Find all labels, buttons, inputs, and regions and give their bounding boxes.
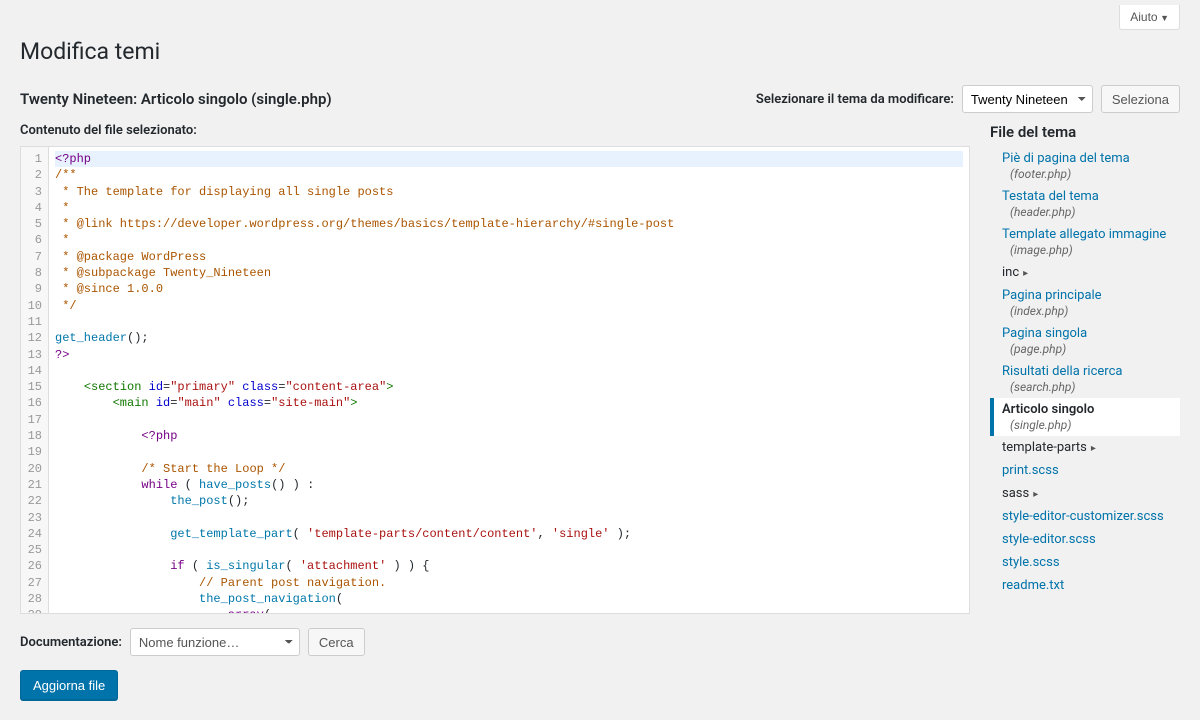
documentation-label: Documentazione: xyxy=(20,635,122,650)
file-filename: (header.php) xyxy=(1002,205,1180,219)
update-file-button[interactable]: Aggiorna file xyxy=(20,670,118,700)
file-link[interactable]: Template allegato immagine xyxy=(1002,227,1166,242)
file-filename: (single.php) xyxy=(1002,418,1180,432)
files-heading: File del tema xyxy=(990,123,1180,141)
file-link[interactable]: template-parts xyxy=(1002,440,1087,455)
file-link[interactable]: Risultati della ricerca xyxy=(1002,364,1122,379)
page-title: Modifica temi xyxy=(20,38,1180,65)
file-link[interactable]: style-editor.scss xyxy=(1002,532,1096,547)
search-button[interactable]: Cerca xyxy=(308,628,365,656)
file-tree: Piè di pagina del tema(footer.php)Testat… xyxy=(990,147,1180,597)
file-link[interactable]: Pagina singola xyxy=(1002,326,1087,341)
file-folder[interactable]: sass xyxy=(990,482,1180,505)
file-link[interactable]: readme.txt xyxy=(1002,578,1064,593)
file-link[interactable]: Testata del tema xyxy=(1002,189,1099,204)
file-filename: (index.php) xyxy=(1002,304,1180,318)
file-link[interactable]: Articolo singolo xyxy=(1002,402,1094,417)
file-item[interactable]: Pagina principale(index.php) xyxy=(990,284,1180,322)
file-link[interactable]: Pagina principale xyxy=(1002,288,1102,303)
select-theme-button[interactable]: Seleziona xyxy=(1101,85,1180,113)
theme-select[interactable]: Twenty Nineteen xyxy=(962,85,1093,113)
file-link[interactable]: inc xyxy=(1002,265,1019,280)
file-item[interactable]: Template allegato immagine(image.php) xyxy=(990,223,1180,261)
file-link[interactable]: style.scss xyxy=(1002,555,1060,570)
function-select[interactable]: Nome funzione… xyxy=(130,628,300,656)
file-link[interactable]: style-editor-customizer.scss xyxy=(1002,509,1164,524)
file-filename: (image.php) xyxy=(1002,243,1180,257)
help-button[interactable]: Aiuto xyxy=(1119,5,1180,30)
file-link[interactable]: sass xyxy=(1002,486,1029,501)
file-item[interactable]: Piè di pagina del tema(footer.php) xyxy=(990,147,1180,185)
file-item[interactable]: readme.txt xyxy=(990,574,1180,597)
file-item[interactable]: style-editor.scss xyxy=(990,528,1180,551)
file-link[interactable]: Piè di pagina del tema xyxy=(1002,151,1130,166)
file-filename: (footer.php) xyxy=(1002,167,1180,181)
file-item[interactable]: style-editor-customizer.scss xyxy=(990,505,1180,528)
file-link[interactable]: print.scss xyxy=(1002,463,1059,478)
current-file-heading: Twenty Nineteen: Articolo singolo (singl… xyxy=(20,90,332,108)
line-gutter: 1234567891011121314151617181920212223242… xyxy=(21,147,49,613)
file-folder[interactable]: template-parts xyxy=(990,436,1180,459)
file-item[interactable]: Testata del tema(header.php) xyxy=(990,185,1180,223)
file-folder[interactable]: inc xyxy=(990,261,1180,284)
code-area[interactable]: <?php/** * The template for displaying a… xyxy=(49,147,969,613)
file-filename: (page.php) xyxy=(1002,342,1180,356)
file-filename: (search.php) xyxy=(1002,380,1180,394)
file-item[interactable]: print.scss xyxy=(990,459,1180,482)
file-item[interactable]: Pagina singola(page.php) xyxy=(990,322,1180,360)
file-item[interactable]: Articolo singolo(single.php) xyxy=(990,398,1180,436)
file-item[interactable]: style.scss xyxy=(990,551,1180,574)
editor-label: Contenuto del file selezionato: xyxy=(20,123,970,138)
theme-select-label: Selezionare il tema da modificare: xyxy=(756,92,954,107)
code-editor[interactable]: 1234567891011121314151617181920212223242… xyxy=(20,146,970,614)
file-item[interactable]: Risultati della ricerca(search.php) xyxy=(990,360,1180,398)
